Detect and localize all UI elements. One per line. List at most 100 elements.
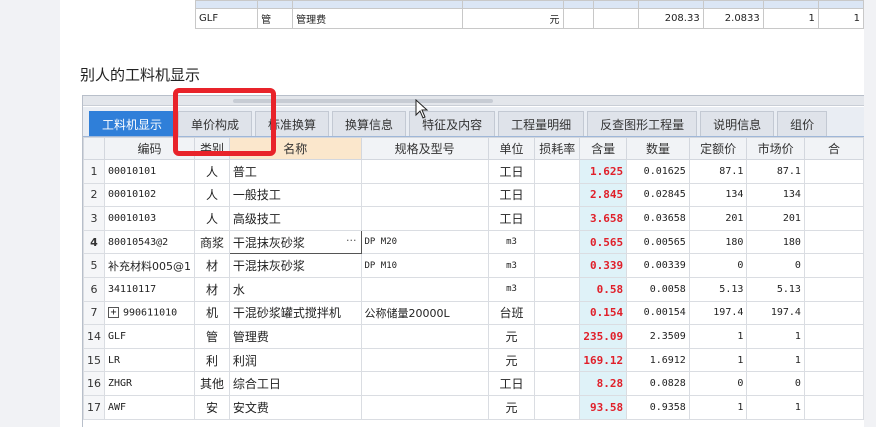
content-cell[interactable]: 1.625 xyxy=(579,159,628,184)
market-price-cell[interactable]: 1 xyxy=(746,394,805,420)
row-number[interactable]: 2 xyxy=(83,182,105,208)
loss-rate-cell[interactable] xyxy=(534,253,581,278)
row-number[interactable]: 15 xyxy=(83,347,105,373)
unit-cell[interactable]: 元 xyxy=(487,394,536,420)
content-cell[interactable]: 0.58 xyxy=(579,276,628,302)
tab-description[interactable]: 说明信息 xyxy=(700,111,775,136)
loss-rate-cell[interactable] xyxy=(534,300,581,326)
column-header[interactable]: 含量 xyxy=(579,137,628,160)
table-row[interactable]: 2 00010102 人一般技工 工日 2.845 0.02845 134 134 xyxy=(83,182,864,208)
market-price-cell[interactable]: 180 xyxy=(746,229,805,255)
content-cell[interactable]: 2.845 xyxy=(579,182,628,208)
column-header[interactable]: 合 xyxy=(803,137,864,160)
spec-cell[interactable] xyxy=(360,206,489,231)
market-price-cell[interactable]: 1 xyxy=(746,347,805,373)
market-price-cell[interactable]: 134 xyxy=(746,182,805,208)
tab-pricing[interactable]: 组价 xyxy=(777,111,828,136)
content-cell[interactable]: 8.28 xyxy=(579,371,628,396)
table-row[interactable]: 3 00010103 人高级技工 工日 3.658 0.03658 201 201 xyxy=(83,206,864,231)
quantity-cell[interactable]: 2.3509 xyxy=(626,324,690,349)
quota-price-cell[interactable]: 0 xyxy=(688,371,748,396)
name-cell[interactable]: 干混砂浆罐式搅拌机 xyxy=(228,300,362,326)
row-number[interactable]: 1 xyxy=(83,159,105,184)
quota-price-cell[interactable]: 1 xyxy=(688,324,748,349)
content-cell[interactable]: 169.12 xyxy=(579,347,628,373)
row-number[interactable]: 6 xyxy=(83,276,105,302)
code-cell[interactable]: GLF xyxy=(104,324,195,349)
loss-rate-cell[interactable] xyxy=(534,347,581,373)
market-price-cell[interactable]: 0 xyxy=(746,253,805,278)
category-cell[interactable]: 机 xyxy=(194,300,230,326)
content-cell[interactable]: 3.658 xyxy=(579,206,628,231)
quantity-cell[interactable]: 0.9358 xyxy=(626,394,690,420)
quota-price-cell[interactable]: 5.13 xyxy=(688,276,748,302)
category-cell[interactable]: 材 xyxy=(194,253,230,278)
row-number[interactable]: 5 xyxy=(83,253,105,278)
loss-rate-cell[interactable] xyxy=(534,229,581,255)
total-cell[interactable] xyxy=(803,253,864,278)
row-number[interactable]: 7 xyxy=(83,300,105,326)
total-cell[interactable] xyxy=(803,276,864,302)
category-cell[interactable]: 人 xyxy=(194,159,230,184)
quantity-cell[interactable]: 0.01625 xyxy=(626,159,690,184)
code-cell[interactable]: 00010103 xyxy=(104,206,195,231)
spec-cell[interactable]: DP M10 xyxy=(360,253,489,278)
spec-cell[interactable] xyxy=(360,394,489,420)
category-cell[interactable]: 利 xyxy=(194,347,230,373)
tab-standard-conversion[interactable]: 标准换算 xyxy=(255,111,330,136)
quota-price-cell[interactable]: 134 xyxy=(688,182,748,208)
code-cell[interactable]: 00010101 xyxy=(104,159,195,184)
quota-price-cell[interactable]: 1 xyxy=(688,394,748,420)
quantity-cell[interactable]: 0.00154 xyxy=(626,300,690,326)
content-cell[interactable]: 0.339 xyxy=(579,253,628,278)
code-cell[interactable]: +990611010 xyxy=(104,300,195,326)
expand-icon[interactable]: + xyxy=(108,307,119,319)
category-cell[interactable]: 安 xyxy=(194,394,230,420)
loss-rate-cell[interactable] xyxy=(534,159,581,184)
quota-price-cell[interactable]: 201 xyxy=(688,206,748,231)
column-header[interactable]: 类别 xyxy=(194,137,230,160)
total-cell[interactable] xyxy=(803,394,864,420)
name-cell[interactable]: 利润 xyxy=(228,347,362,373)
spec-cell[interactable] xyxy=(360,182,489,208)
market-price-cell[interactable]: 87.1 xyxy=(746,159,805,184)
quantity-cell[interactable]: 1.6912 xyxy=(626,347,690,373)
name-cell[interactable]: 高级技工 xyxy=(228,206,362,231)
code-cell[interactable]: AWF xyxy=(104,394,195,420)
name-cell[interactable]: 干混抹灰砂浆 ··· xyxy=(228,229,362,255)
column-header[interactable]: 市场价 xyxy=(746,137,805,160)
total-cell[interactable] xyxy=(803,324,864,349)
market-price-cell[interactable]: 1 xyxy=(746,324,805,349)
unit-cell[interactable]: m3 xyxy=(487,276,536,302)
content-cell[interactable]: 0.565 xyxy=(579,229,628,255)
total-cell[interactable] xyxy=(803,206,864,231)
market-price-cell[interactable]: 201 xyxy=(746,206,805,231)
loss-rate-cell[interactable] xyxy=(534,371,581,396)
total-cell[interactable] xyxy=(803,347,864,373)
category-cell[interactable]: 管 xyxy=(194,324,230,349)
unit-cell[interactable]: m3 xyxy=(487,229,536,255)
code-cell[interactable]: LR xyxy=(104,347,195,373)
loss-rate-cell[interactable] xyxy=(534,182,581,208)
spec-cell[interactable] xyxy=(360,371,489,396)
spec-cell[interactable]: 公称储量20000L xyxy=(360,300,489,326)
spec-cell[interactable] xyxy=(360,324,489,349)
unit-cell[interactable]: m3 xyxy=(487,253,536,278)
category-cell[interactable]: 商浆 xyxy=(194,229,230,255)
quantity-cell[interactable]: 0.0058 xyxy=(626,276,690,302)
scrollbar-track[interactable] xyxy=(864,0,876,427)
spec-cell[interactable] xyxy=(360,347,489,373)
column-header[interactable]: 名称 xyxy=(228,137,362,160)
code-cell[interactable]: ZHGR xyxy=(104,371,195,396)
row-number[interactable]: 17 xyxy=(83,394,105,420)
category-cell[interactable]: 人 xyxy=(194,182,230,208)
code-cell[interactable]: 80010543@2 xyxy=(104,229,195,255)
name-cell[interactable]: 普工 xyxy=(228,159,362,184)
total-cell[interactable] xyxy=(803,371,864,396)
table-row[interactable]: 1 00010101 人普工 工日 1.625 0.01625 87.1 87.1 xyxy=(83,159,864,184)
quota-price-cell[interactable]: 197.4 xyxy=(688,300,748,326)
quantity-cell[interactable]: 0.00565 xyxy=(626,229,690,255)
table-row[interactable]: 7 +990611010 机干混砂浆罐式搅拌机 公称储量20000L 台班 0.154 0.… xyxy=(83,300,864,326)
code-cell[interactable]: 34110117 xyxy=(104,276,195,302)
quantity-cell[interactable]: 0.02845 xyxy=(626,182,690,208)
